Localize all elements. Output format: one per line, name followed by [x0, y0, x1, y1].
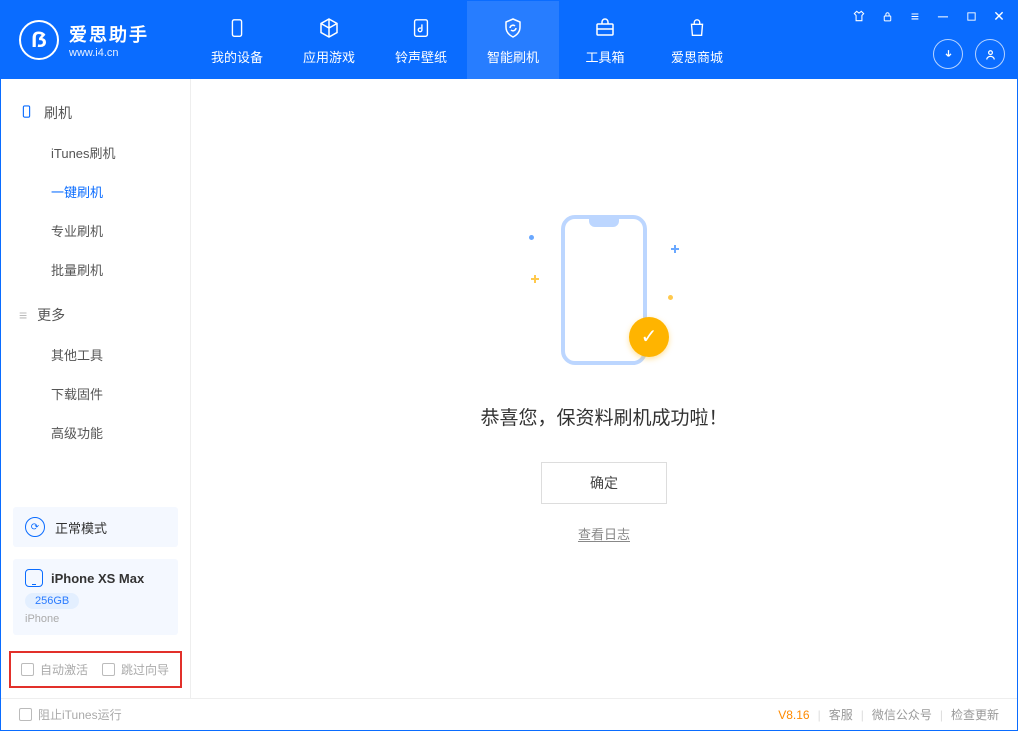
sidebar: 刷机 iTunes刷机 一键刷机 专业刷机 批量刷机 ≡ 更多 其他工具 下载固…: [1, 79, 191, 698]
tab-toolbox[interactable]: 工具箱: [559, 1, 651, 79]
nav-tabs: 我的设备 应用游戏 铃声壁纸 智能刷机 工具箱 爱思商城: [191, 1, 743, 79]
tab-label: 智能刷机: [487, 47, 539, 66]
separator: |: [818, 708, 821, 722]
tab-my-device[interactable]: 我的设备: [191, 1, 283, 79]
tab-label: 我的设备: [211, 47, 263, 66]
checkbox-skip-guide[interactable]: 跳过向导: [102, 661, 169, 678]
phone-icon: [224, 15, 250, 41]
sidebar-section-title: 更多: [37, 305, 65, 325]
separator: |: [861, 708, 864, 722]
device-icon: [25, 569, 43, 587]
header: ẞ 爱思助手 www.i4.cn 我的设备 应用游戏 铃声壁纸 智能刷机: [1, 1, 1017, 79]
mode-label: 正常模式: [55, 518, 107, 537]
maximize-button[interactable]: [959, 5, 983, 27]
download-icon[interactable]: [933, 39, 963, 69]
lock-icon[interactable]: [875, 5, 899, 27]
tab-label: 应用游戏: [303, 47, 355, 66]
options-highlight-box: 自动激活 跳过向导: [9, 651, 182, 688]
version-label: V8.16: [778, 708, 809, 722]
phone-outline-icon: [19, 104, 34, 122]
tab-label: 工具箱: [585, 47, 624, 66]
main-content: ✓ 恭喜您，保资料刷机成功啦！ 确定 查看日志: [191, 79, 1017, 698]
menu-icon[interactable]: ≡: [903, 5, 927, 27]
checkbox-icon: [21, 663, 34, 676]
window-controls: ≡ ─ ✕: [847, 5, 1011, 27]
music-file-icon: [408, 15, 434, 41]
device-name: iPhone XS Max: [51, 571, 144, 586]
sidebar-item-advanced[interactable]: 高级功能: [19, 413, 172, 452]
logo: ẞ 爱思助手 www.i4.cn: [1, 1, 191, 79]
sidebar-item-batch-flash[interactable]: 批量刷机: [19, 250, 172, 289]
checkbox-label: 跳过向导: [121, 661, 169, 678]
sidebar-item-oneclick-flash[interactable]: 一键刷机: [19, 172, 172, 211]
wechat-link[interactable]: 微信公众号: [872, 706, 932, 723]
tab-smart-flash[interactable]: 智能刷机: [467, 1, 559, 79]
sidebar-item-itunes-flash[interactable]: iTunes刷机: [19, 133, 172, 172]
success-illustration: ✓: [529, 205, 679, 375]
app-name: 爱思助手: [69, 21, 149, 47]
sidebar-section-more[interactable]: ≡ 更多: [19, 295, 172, 335]
shirt-icon[interactable]: [847, 5, 871, 27]
app-url: www.i4.cn: [69, 47, 149, 59]
device-type: iPhone: [25, 613, 166, 625]
body: 刷机 iTunes刷机 一键刷机 专业刷机 批量刷机 ≡ 更多 其他工具 下载固…: [1, 79, 1017, 698]
mode-indicator[interactable]: ⟳ 正常模式: [13, 507, 178, 547]
toolbox-icon: [592, 15, 618, 41]
status-bar: 阻止iTunes运行 V8.16 | 客服 | 微信公众号 | 检查更新: [1, 698, 1017, 730]
view-log-link[interactable]: 查看日志: [578, 524, 630, 543]
check-update-link[interactable]: 检查更新: [951, 706, 999, 723]
separator: |: [940, 708, 943, 722]
dot-icon: [529, 235, 534, 240]
checkbox-block-itunes[interactable]: 阻止iTunes运行: [19, 706, 122, 723]
sync-icon: ⟳: [25, 517, 45, 537]
sidebar-item-download-firmware[interactable]: 下载固件: [19, 374, 172, 413]
ok-button[interactable]: 确定: [541, 462, 667, 504]
sidebar-item-pro-flash[interactable]: 专业刷机: [19, 211, 172, 250]
sidebar-item-other-tools[interactable]: 其他工具: [19, 335, 172, 374]
tab-store[interactable]: 爱思商城: [651, 1, 743, 79]
checkbox-label: 自动激活: [40, 661, 88, 678]
close-button[interactable]: ✕: [987, 5, 1011, 27]
checkbox-auto-activate[interactable]: 自动激活: [21, 661, 88, 678]
sparkle-icon: [671, 245, 679, 253]
dot-icon: [668, 295, 673, 300]
logo-icon: ẞ: [19, 20, 59, 60]
device-card[interactable]: iPhone XS Max 256GB iPhone: [13, 559, 178, 635]
checkbox-icon: [102, 663, 115, 676]
checkbox-icon: [19, 708, 32, 721]
app-window: ẞ 爱思助手 www.i4.cn 我的设备 应用游戏 铃声壁纸 智能刷机: [0, 0, 1018, 731]
sidebar-section-flash[interactable]: 刷机: [19, 93, 172, 133]
list-icon: ≡: [19, 307, 27, 323]
shield-refresh-icon: [500, 15, 526, 41]
tab-ringtones-wallpapers[interactable]: 铃声壁纸: [375, 1, 467, 79]
tab-label: 爱思商城: [671, 47, 723, 66]
support-link[interactable]: 客服: [829, 706, 853, 723]
capacity-badge: 256GB: [25, 593, 79, 609]
minimize-button[interactable]: ─: [931, 5, 955, 27]
checkbox-label: 阻止iTunes运行: [38, 706, 122, 723]
user-icon[interactable]: [975, 39, 1005, 69]
success-message: 恭喜您，保资料刷机成功啦！: [480, 403, 727, 430]
sparkle-icon: [531, 275, 539, 283]
tab-apps-games[interactable]: 应用游戏: [283, 1, 375, 79]
sidebar-section-title: 刷机: [44, 103, 72, 123]
tab-label: 铃声壁纸: [395, 47, 447, 66]
header-action-circles: [933, 39, 1005, 69]
cube-icon: [316, 15, 342, 41]
bag-icon: [684, 15, 710, 41]
check-badge-icon: ✓: [629, 317, 669, 357]
